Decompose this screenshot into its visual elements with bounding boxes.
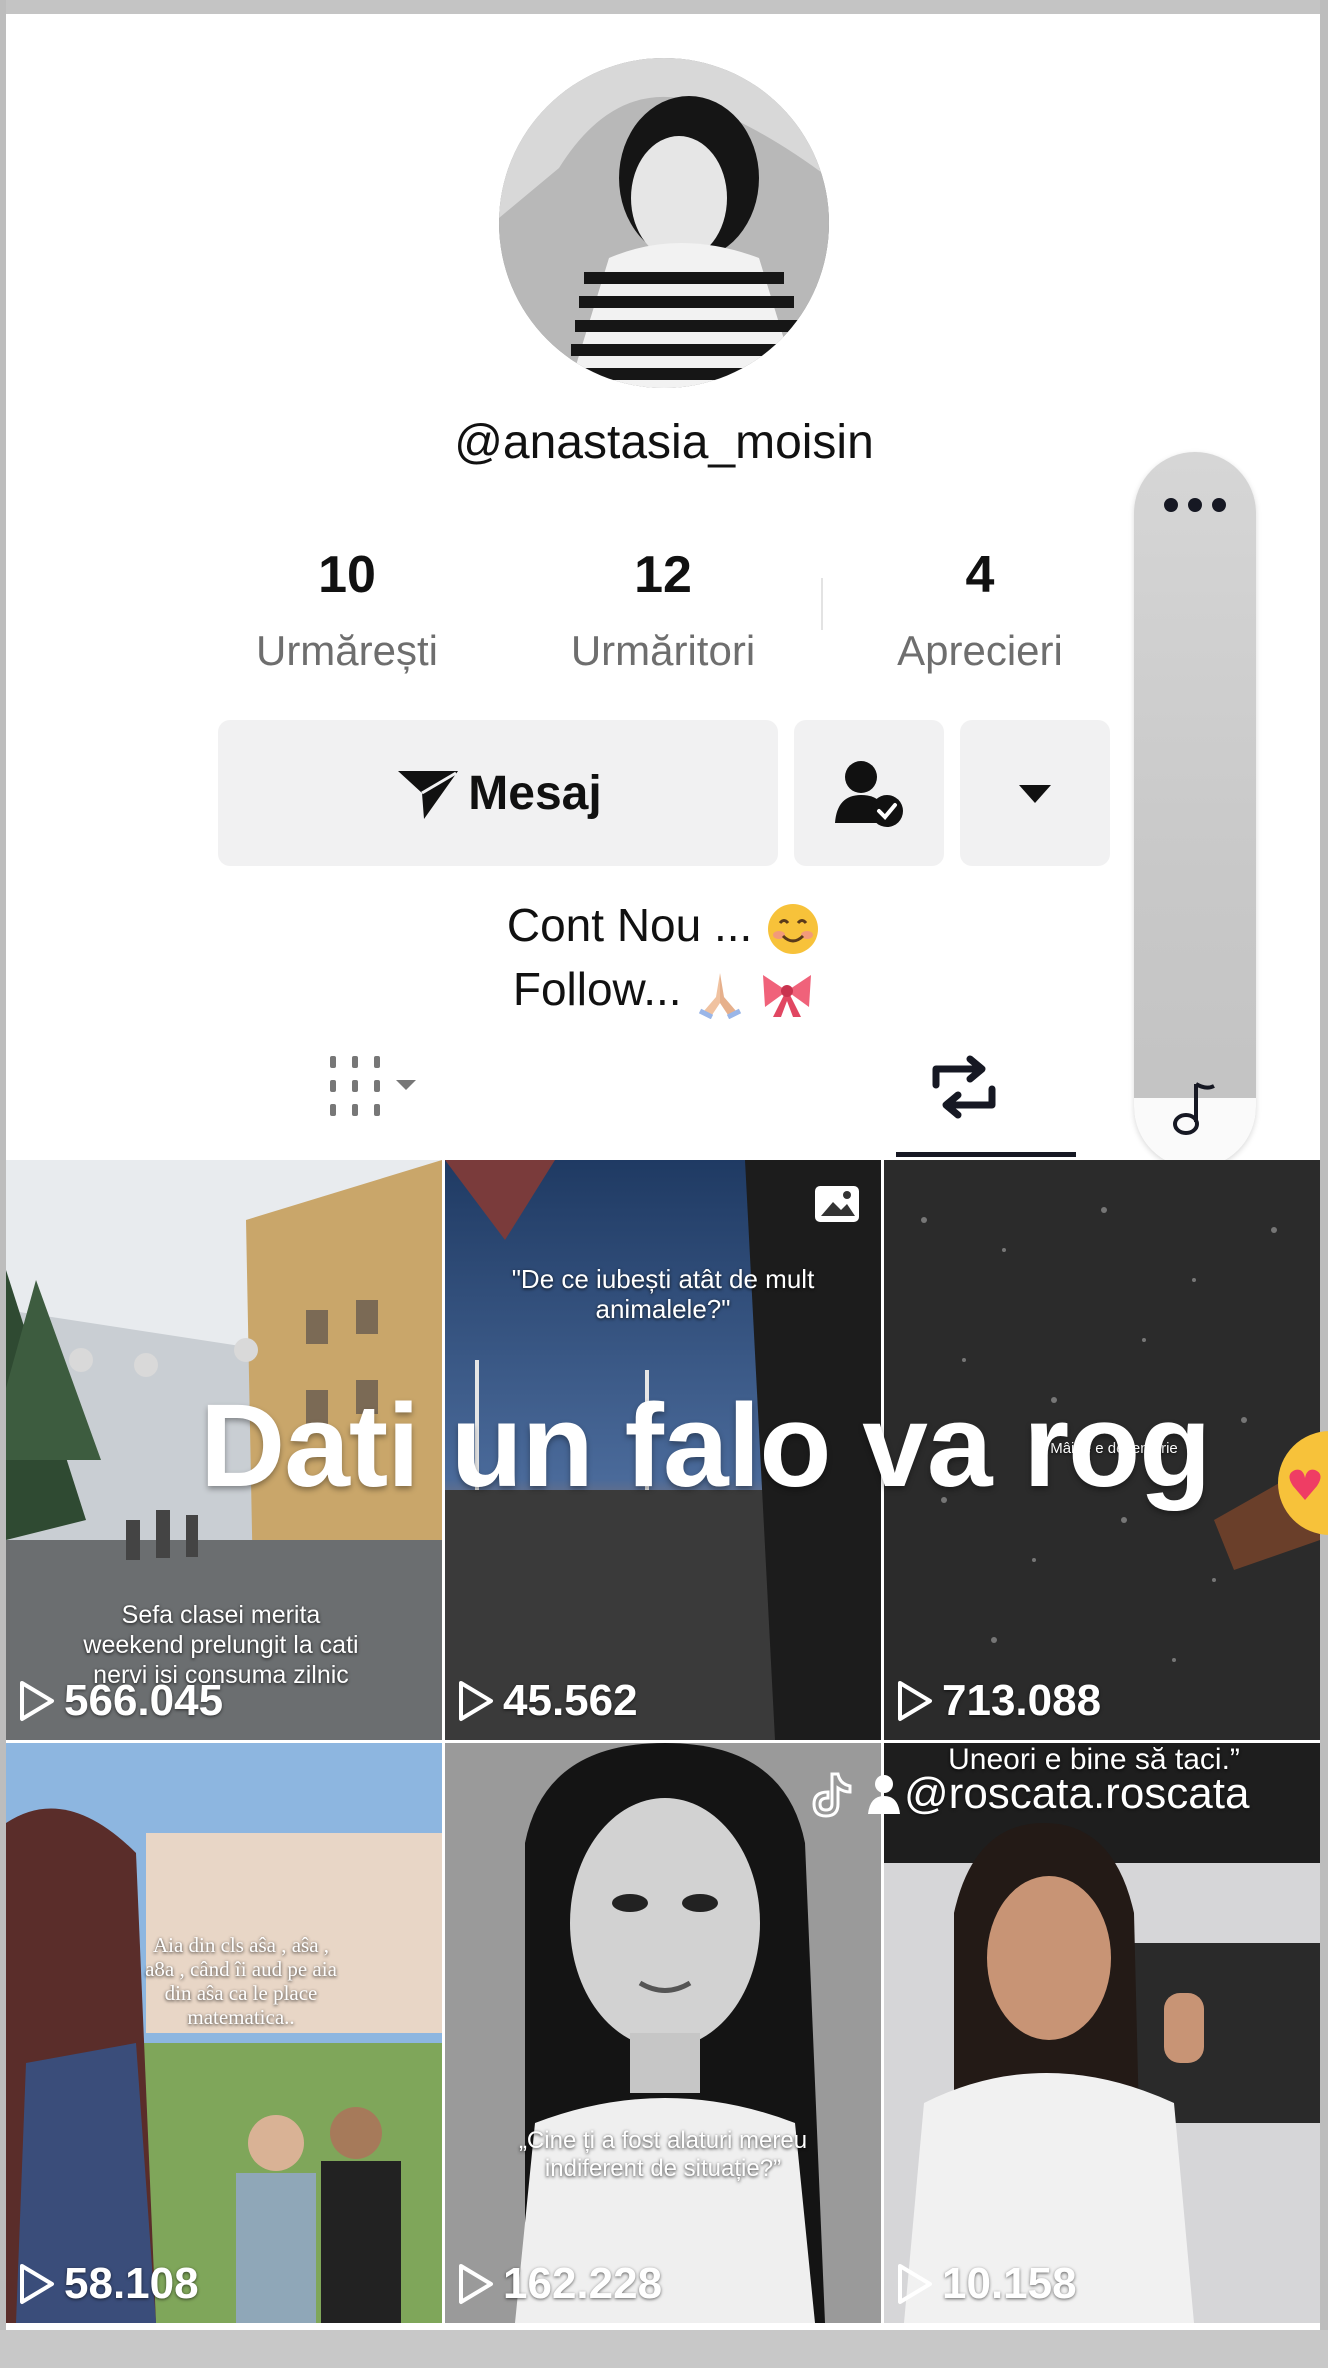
stat-followers-label: Urmăritori [570, 627, 756, 674]
video-thumbnail [884, 1743, 1320, 2323]
profile-icon [868, 1775, 900, 1814]
avatar-image [499, 58, 829, 388]
avatar[interactable] [499, 58, 829, 388]
overlay-big-text: Dati un falo va rog [200, 1378, 1328, 1535]
video-views-count: 45.562 [503, 1676, 638, 1725]
floating-side-panel[interactable] [1134, 452, 1256, 1168]
video-views: 566.045 [16, 1676, 223, 1726]
video-views: 713.088 [894, 1676, 1101, 1726]
caret-down-icon [1019, 785, 1051, 803]
video-thumbnail [445, 1743, 881, 2323]
stat-divider [821, 578, 823, 630]
video-tile[interactable]: Aia din cls aŝa , aŝa , a8a , când îi au… [6, 1743, 442, 2323]
video-views-count: 713.088 [942, 1676, 1102, 1725]
video-views-count: 10.158 [942, 2259, 1077, 2308]
more-dots-icon[interactable] [1162, 496, 1228, 514]
tiktok-logo-icon [812, 1772, 852, 1818]
tiktok-watermark: @roscata.roscata [808, 1768, 1249, 1820]
stat-followers-value: 12 [634, 546, 692, 604]
play-icon [459, 1681, 493, 1721]
active-tab-indicator [896, 1152, 1076, 1157]
video-views: 10.158 [894, 2259, 1077, 2309]
video-views: 45.562 [455, 1676, 638, 1726]
video-views: 58.108 [16, 2259, 199, 2309]
screen-edge-right [1320, 0, 1328, 2368]
bio-line-1-text: Cont Nou ... [506, 899, 753, 951]
stat-following[interactable]: 10 Urmărești [217, 545, 477, 675]
video-thumbnail [6, 1743, 442, 2323]
bio-line-2-text: Follow... [512, 963, 682, 1015]
video-caption: Aia din cls aŝa , aŝa , a8a , când îi au… [145, 1933, 337, 2029]
smiling-face-emoji-icon [768, 903, 819, 954]
stat-likes-label: Aprecieri [897, 627, 1063, 674]
video-tile[interactable]: Uneori e bine să taci.” 10.158 [884, 1743, 1320, 2323]
blowing-kiss-emoji-icon [1278, 1431, 1328, 1535]
tab-videos-sort[interactable] [326, 1052, 422, 1127]
message-button[interactable]: Mesaj [218, 720, 778, 866]
repost-icon [932, 1055, 996, 1119]
stat-likes[interactable]: 4 Aprecieri [850, 545, 1110, 675]
video-views-count: 566.045 [64, 1676, 224, 1725]
message-button-label: Mesaj [468, 766, 602, 820]
stat-following-value: 10 [318, 546, 376, 604]
video-caption: „Cine ți a fost alaturi mereu indiferent… [518, 2127, 808, 2182]
play-icon [459, 2264, 493, 2304]
play-icon [20, 1681, 54, 1721]
ribbon-emoji-icon [763, 974, 812, 1017]
overlay-big-text-value: Dati un falo va rog [200, 1380, 1211, 1512]
grid-sort-icon [330, 1056, 416, 1116]
username: @anastasia_moisin [454, 416, 874, 469]
video-views: 162.228 [455, 2259, 662, 2309]
video-views-count: 162.228 [503, 2259, 663, 2308]
stat-following-label: Urmărești [255, 627, 438, 674]
send-icon [398, 771, 459, 819]
more-options-button[interactable] [960, 720, 1110, 866]
stat-followers[interactable]: 12 Urmăritori [533, 545, 793, 675]
folded-hands-emoji-icon [699, 972, 742, 1019]
watermark-handle: @roscata.roscata [904, 1769, 1250, 1818]
video-caption: "De ce iubești atât de mult animalele?" [511, 1264, 815, 1324]
photo-icon [815, 1186, 859, 1222]
play-icon [898, 1681, 932, 1721]
video-tile[interactable]: „Cine ți a fost alaturi mereu indiferent… [445, 1743, 881, 2323]
next-row-peek [0, 2330, 1328, 2368]
bio-line-2: Follow... [0, 962, 1328, 1019]
play-icon [898, 2264, 932, 2304]
bio-line-1: Cont Nou ... [0, 898, 1328, 957]
person-check-icon [835, 761, 903, 827]
status-bar [0, 0, 1328, 14]
play-icon [20, 2264, 54, 2304]
tab-reposts[interactable] [926, 1055, 1002, 1126]
stat-likes-value: 4 [965, 546, 995, 604]
friend-status-button[interactable] [794, 720, 944, 866]
music-note-icon[interactable] [1172, 1080, 1218, 1136]
video-views-count: 58.108 [64, 2259, 199, 2308]
